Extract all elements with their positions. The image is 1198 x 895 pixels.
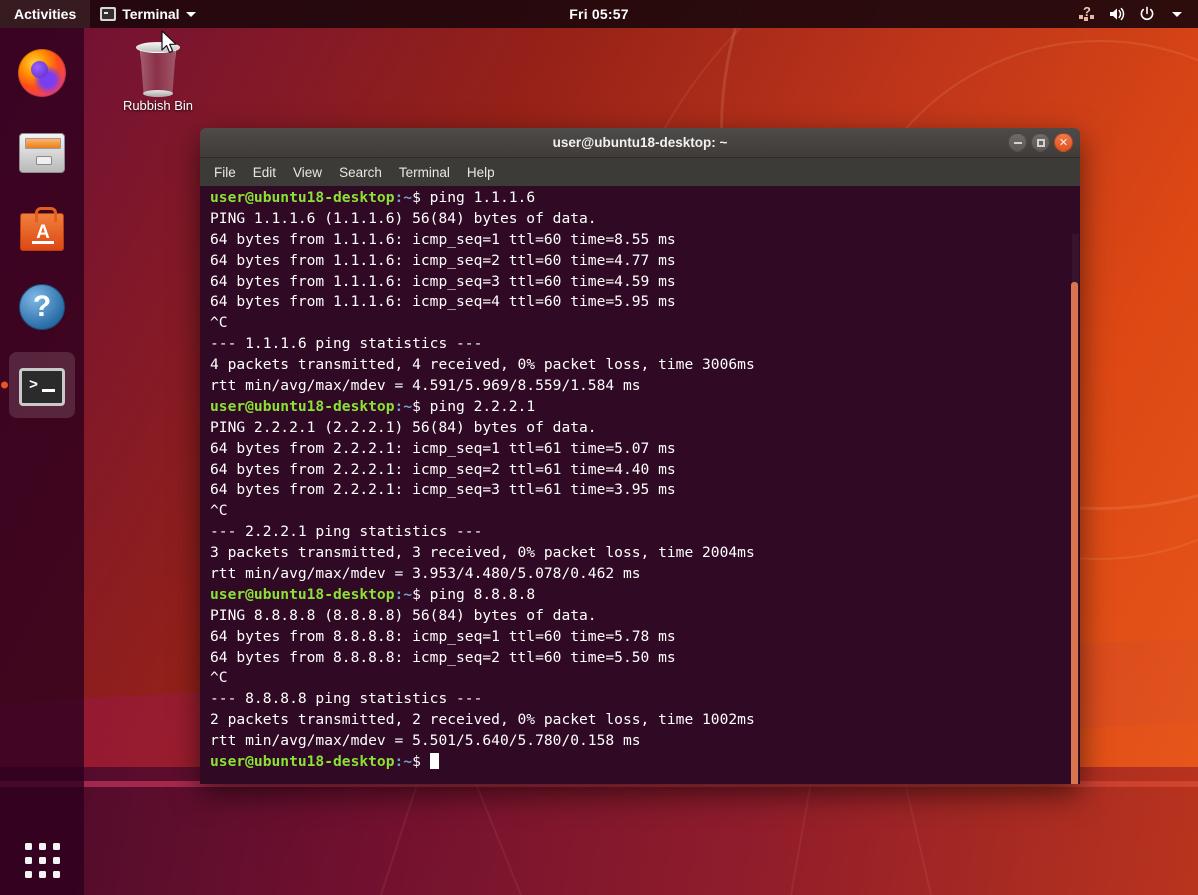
terminal-prompt-path: :~ <box>395 586 413 603</box>
terminal-output-line: ^C <box>210 668 1080 689</box>
terminal-prompt-path: :~ <box>395 398 413 415</box>
terminal-output-line: 64 bytes from 1.1.1.6: icmp_seq=3 ttl=60… <box>210 272 1080 293</box>
terminal-prompt-line: user@ubuntu18-desktop:~$ ping 8.8.8.8 <box>210 585 1080 606</box>
terminal-output-line: rtt min/avg/max/mdev = 3.953/4.480/5.078… <box>210 564 1080 585</box>
terminal-output: user@ubuntu18-desktop:~$ ping 1.1.1.6PIN… <box>210 188 1080 773</box>
terminal-output-line: 64 bytes from 1.1.1.6: icmp_seq=2 ttl=60… <box>210 251 1080 272</box>
window-titlebar[interactable]: user@ubuntu18-desktop: ~ ✕ <box>200 128 1080 158</box>
dock-item-firefox[interactable] <box>9 40 75 106</box>
terminal-output-line: 64 bytes from 1.1.1.6: icmp_seq=1 ttl=60… <box>210 230 1080 251</box>
terminal-prompt-line: user@ubuntu18-desktop:~$ ping 1.1.1.6 <box>210 188 1080 209</box>
top-panel: Activities Terminal Fri 05:57 ? <box>0 0 1198 28</box>
apps-grid-icon <box>25 843 60 878</box>
terminal-output-line: 64 bytes from 2.2.2.1: icmp_seq=1 ttl=61… <box>210 439 1080 460</box>
terminal-prompt-symbol: $ <box>412 398 421 415</box>
volume-icon[interactable] <box>1104 0 1130 28</box>
terminal-output-line: 64 bytes from 2.2.2.1: icmp_seq=3 ttl=61… <box>210 480 1080 501</box>
terminal-output-line: 64 bytes from 8.8.8.8: icmp_seq=2 ttl=60… <box>210 648 1080 669</box>
menu-bar: File Edit View Search Terminal Help <box>200 158 1080 186</box>
desktop-icon-label: Rubbish Bin <box>112 98 204 113</box>
dock-items: A ? > <box>9 40 75 418</box>
dock-item-ubuntu-software[interactable]: A <box>9 196 75 262</box>
terminal-output-line: ^C <box>210 313 1080 334</box>
menu-item-file[interactable]: File <box>214 165 236 180</box>
dock-item-help[interactable]: ? <box>9 274 75 340</box>
wallpaper-line <box>380 781 419 895</box>
desktop-icon-rubbish-bin[interactable]: Rubbish Bin <box>112 36 204 113</box>
activities-button[interactable]: Activities <box>0 0 90 28</box>
terminal-prompt-symbol: $ <box>412 586 421 603</box>
terminal-output-line: --- 8.8.8.8 ping statistics --- <box>210 689 1080 710</box>
terminal-prompt-userhost: user@ubuntu18-desktop <box>210 586 395 603</box>
terminal-prompt-symbol: $ <box>412 753 421 770</box>
menu-item-edit[interactable]: Edit <box>253 165 276 180</box>
terminal-output-line: 3 packets transmitted, 3 received, 0% pa… <box>210 543 1080 564</box>
firefox-icon <box>18 49 66 97</box>
chevron-down-icon[interactable] <box>1164 0 1190 28</box>
terminal-prompt-path: :~ <box>395 189 413 206</box>
terminal-prompt-userhost: user@ubuntu18-desktop <box>210 753 395 770</box>
terminal-prompt-userhost: user@ubuntu18-desktop <box>210 398 395 415</box>
panel-left-group: Activities Terminal <box>0 0 206 28</box>
terminal-command: ping 1.1.1.6 <box>421 189 535 206</box>
terminal-output-line: PING 2.2.2.1 (2.2.2.1) 56(84) bytes of d… <box>210 418 1080 439</box>
terminal-output-line: --- 2.2.2.1 ping statistics --- <box>210 522 1080 543</box>
minimize-icon[interactable] <box>1008 133 1027 152</box>
wallpaper-line <box>471 774 522 895</box>
terminal-output-line: 64 bytes from 8.8.8.8: icmp_seq=1 ttl=60… <box>210 627 1080 648</box>
terminal-output-line: 2 packets transmitted, 2 received, 0% pa… <box>210 710 1080 731</box>
power-icon[interactable] <box>1134 0 1160 28</box>
terminal-output-line: rtt min/avg/max/mdev = 4.591/5.969/8.559… <box>210 376 1080 397</box>
terminal-scrollbar-thumb[interactable] <box>1071 282 1078 784</box>
terminal-screen[interactable]: user@ubuntu18-desktop:~$ ping 1.1.1.6PIN… <box>200 186 1080 784</box>
menu-item-search[interactable]: Search <box>339 165 382 180</box>
app-menu-label: Terminal <box>122 6 179 22</box>
terminal-output-line: 64 bytes from 2.2.2.1: icmp_seq=2 ttl=61… <box>210 460 1080 481</box>
close-glyph: ✕ <box>1059 136 1068 149</box>
window-title: user@ubuntu18-desktop: ~ <box>200 135 1080 150</box>
terminal-window[interactable]: user@ubuntu18-desktop: ~ ✕ File Edit Vie… <box>200 128 1080 784</box>
menu-item-help[interactable]: Help <box>467 165 495 180</box>
ubuntu-software-icon: A <box>20 213 64 251</box>
window-controls: ✕ <box>1008 133 1080 152</box>
help-icon: ? <box>19 284 65 330</box>
terminal-output-line: PING 8.8.8.8 (8.8.8.8) 56(84) bytes of d… <box>210 606 1080 627</box>
terminal-output-line: 64 bytes from 1.1.1.6: icmp_seq=4 ttl=60… <box>210 292 1080 313</box>
files-icon <box>19 133 65 173</box>
dock-item-files[interactable] <box>9 118 75 184</box>
mouse-pointer-icon <box>161 30 179 56</box>
terminal-icon: > <box>19 368 65 406</box>
menu-item-view[interactable]: View <box>293 165 322 180</box>
launcher-dock: A ? > <box>0 28 84 895</box>
terminal-cursor <box>430 753 439 769</box>
terminal-prompt-path: :~ <box>395 753 413 770</box>
activities-label: Activities <box>14 6 76 22</box>
terminal-output-line: PING 1.1.1.6 (1.1.1.6) 56(84) bytes of d… <box>210 209 1080 230</box>
terminal-output-line: ^C <box>210 501 1080 522</box>
dock-item-terminal[interactable]: > <box>9 352 75 418</box>
terminal-prompt-line: user@ubuntu18-desktop:~$ <box>210 752 1080 773</box>
network-unknown-icon[interactable]: ? <box>1074 0 1100 28</box>
close-icon[interactable]: ✕ <box>1054 133 1073 152</box>
wallpaper-line <box>790 777 813 895</box>
system-tray: ? <box>1074 0 1198 28</box>
terminal-output-line: rtt min/avg/max/mdev = 5.501/5.640/5.780… <box>210 731 1080 752</box>
terminal-output-line: --- 1.1.1.6 ping statistics --- <box>210 334 1080 355</box>
chevron-down-icon <box>186 12 196 17</box>
maximize-icon[interactable] <box>1031 133 1050 152</box>
terminal-command: ping 2.2.2.1 <box>421 398 535 415</box>
app-menu-button[interactable]: Terminal <box>90 0 205 28</box>
terminal-scrollbar[interactable] <box>1072 234 1079 784</box>
terminal-output-line: 4 packets transmitted, 4 received, 0% pa… <box>210 355 1080 376</box>
terminal-icon <box>100 7 116 21</box>
terminal-prompt-userhost: user@ubuntu18-desktop <box>210 189 395 206</box>
show-applications-button[interactable] <box>0 825 84 895</box>
terminal-prompt-line: user@ubuntu18-desktop:~$ ping 2.2.2.1 <box>210 397 1080 418</box>
terminal-command: ping 8.8.8.8 <box>421 586 535 603</box>
terminal-prompt-symbol: $ <box>412 189 421 206</box>
menu-item-terminal[interactable]: Terminal <box>399 165 450 180</box>
wallpaper-line <box>902 773 932 895</box>
wallpaper-bottom-band <box>0 767 1198 895</box>
